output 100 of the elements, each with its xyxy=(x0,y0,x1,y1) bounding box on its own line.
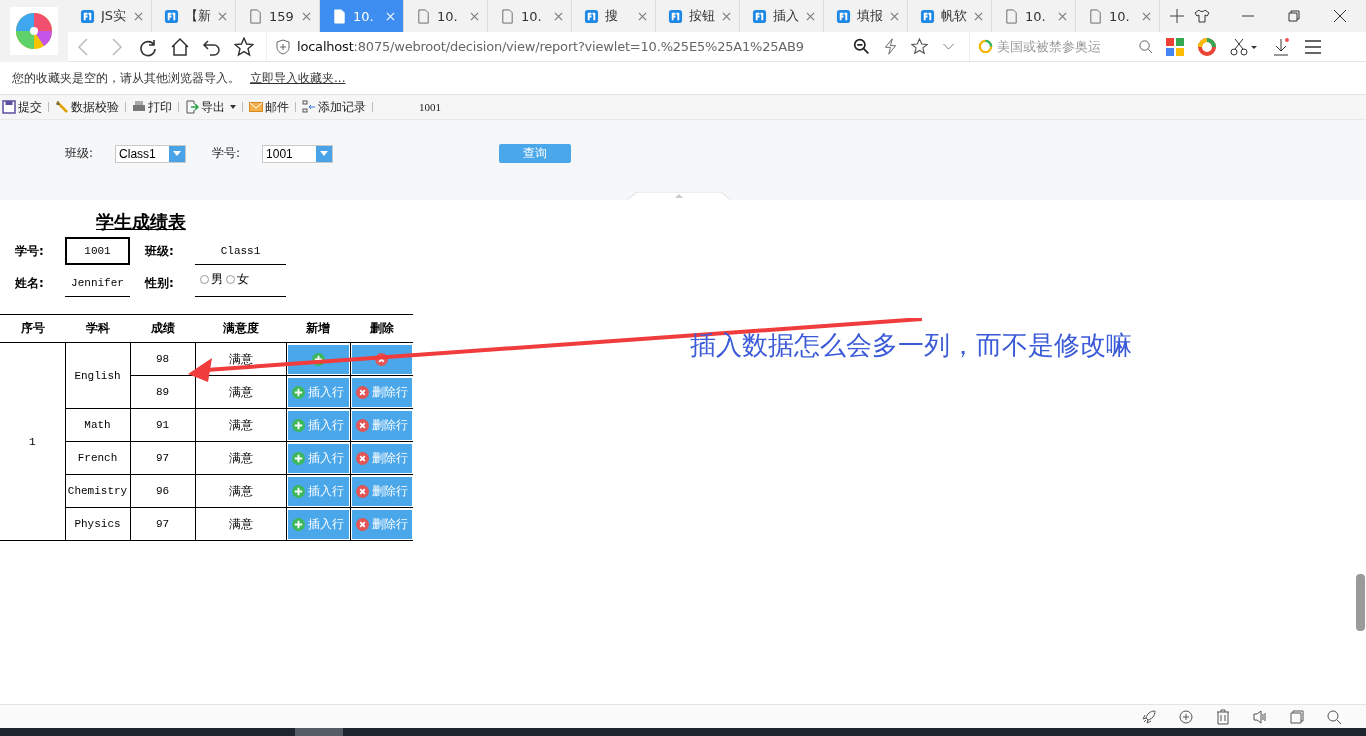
star-icon[interactable] xyxy=(911,38,928,56)
apps-icon[interactable] xyxy=(1165,36,1185,57)
plus-icon xyxy=(292,385,305,399)
app-logo-icon xyxy=(80,8,95,24)
column-header: 成绩 xyxy=(130,314,195,343)
trash-icon[interactable] xyxy=(1215,708,1231,725)
collapse-handle[interactable] xyxy=(627,192,731,200)
skin-icon[interactable] xyxy=(1194,8,1210,25)
name-label: 姓名: xyxy=(14,274,45,292)
cross-icon xyxy=(355,385,369,399)
caret-icon xyxy=(230,105,236,109)
ring-icon[interactable] xyxy=(1197,36,1217,57)
rocket-icon[interactable] xyxy=(1141,708,1157,725)
satisfaction-cell[interactable]: 满意 xyxy=(195,507,286,541)
name-value[interactable]: Jennifer xyxy=(65,269,130,297)
annotation-text: 插入数据怎么会多一列，而不是修改嘛 xyxy=(690,329,1132,362)
document-icon xyxy=(416,8,431,24)
app-logo-icon xyxy=(752,8,767,24)
student-id-label: 学号: xyxy=(14,242,45,260)
scissors-icon[interactable] xyxy=(1229,36,1259,57)
gender-label: 性别: xyxy=(143,274,175,292)
column-header: 满意度 xyxy=(195,314,286,343)
lightning-icon[interactable] xyxy=(882,38,899,56)
new-tab-icon[interactable] xyxy=(1170,9,1184,24)
cross-icon xyxy=(355,451,369,465)
param-combo[interactable]: 1001 xyxy=(262,144,334,163)
subject-cell: Chemistry xyxy=(65,474,130,508)
home-icon[interactable] xyxy=(170,36,190,57)
toolbar-text: 1001 xyxy=(419,101,441,113)
score-cell[interactable]: 97 xyxy=(130,507,195,541)
cross-icon xyxy=(355,517,369,531)
column-header: 删除 xyxy=(350,314,413,343)
subject-cell: Math xyxy=(65,408,130,442)
plus-icon xyxy=(311,352,325,366)
toolbar-button[interactable]: 打印 xyxy=(130,98,174,116)
toolbar-button[interactable]: 导出 xyxy=(183,98,238,116)
bookmarks-message: 您的收藏夹是空的，请从其他浏览器导入。 xyxy=(12,69,240,87)
toolbar-button[interactable]: 邮件 xyxy=(247,98,291,116)
app-logo-icon xyxy=(164,8,179,24)
export-icon xyxy=(185,100,199,114)
search-icon[interactable] xyxy=(1326,708,1342,725)
score-cell[interactable]: 96 xyxy=(130,474,195,508)
plus-icon xyxy=(292,451,305,465)
document-icon xyxy=(248,8,263,24)
score-cell[interactable]: 91 xyxy=(130,408,195,442)
address-field[interactable]: localhost:8075/webroot/decision/view/report?viewlet=10.%25E5%25A1%25AB9 xyxy=(266,32,841,61)
envelope-icon xyxy=(249,100,263,114)
star-icon[interactable] xyxy=(234,36,254,57)
document-icon xyxy=(1088,8,1103,24)
speaker-icon[interactable] xyxy=(1252,708,1268,725)
column-header: 学科 xyxy=(65,314,130,343)
subject-cell: French xyxy=(65,441,130,475)
plus-icon xyxy=(292,517,305,531)
param-label: 班级: xyxy=(65,145,94,162)
app-logo-icon xyxy=(920,8,935,24)
report-title: 学生成绩表 xyxy=(96,210,186,234)
close-icon[interactable] xyxy=(1332,8,1348,25)
scrollbar-thumb[interactable] xyxy=(1356,574,1365,631)
search-engine-icon xyxy=(978,39,993,55)
pencil-icon xyxy=(55,100,69,114)
search-icon[interactable] xyxy=(1138,39,1153,55)
param-combo[interactable]: Class1 xyxy=(115,144,187,163)
document-icon xyxy=(332,8,347,24)
param-label: 学号: xyxy=(212,145,241,162)
browser-logo-icon[interactable] xyxy=(10,7,58,55)
cross-icon xyxy=(355,418,369,432)
printer-icon xyxy=(132,100,146,114)
satisfaction-cell[interactable]: 满意 xyxy=(195,474,286,508)
cross-icon xyxy=(355,484,369,498)
speed-icon[interactable] xyxy=(1178,708,1194,725)
document-icon xyxy=(1004,8,1019,24)
gender-radio[interactable]: 男 xyxy=(200,271,223,288)
plus-icon xyxy=(292,418,305,432)
cross-icon xyxy=(375,352,389,366)
download-icon[interactable] xyxy=(1271,36,1291,57)
satisfaction-cell[interactable]: 满意 xyxy=(195,441,286,475)
satisfaction-cell[interactable]: 满意 xyxy=(195,408,286,442)
app-logo-icon xyxy=(584,8,599,24)
index-cell: 1 xyxy=(0,342,65,541)
column-header: 序号 xyxy=(0,314,65,343)
column-header: 新增 xyxy=(286,314,350,343)
import-bookmarks-link[interactable]: 立即导入收藏夹... xyxy=(250,69,346,87)
class-label: 班级: xyxy=(143,242,175,260)
toolbar-button[interactable]: 数据校验 xyxy=(53,98,121,116)
window-icon[interactable] xyxy=(1289,708,1305,725)
subject-cell: Physics xyxy=(65,507,130,541)
student-id-value[interactable]: 1001 xyxy=(65,237,130,265)
restore-icon[interactable] xyxy=(1286,8,1302,25)
plus-icon xyxy=(292,484,305,498)
zoom-out-icon[interactable] xyxy=(853,38,870,56)
shield-icon[interactable] xyxy=(275,38,291,55)
score-cell[interactable]: 97 xyxy=(130,441,195,475)
class-value: Class1 xyxy=(195,237,286,265)
app-logo-icon xyxy=(836,8,851,24)
toolbar-button[interactable]: 提交 xyxy=(0,98,44,116)
gender-radio[interactable]: 女 xyxy=(226,271,249,288)
document-icon xyxy=(500,8,515,24)
toolbar-button[interactable]: 添加记录 xyxy=(300,98,368,116)
add-record-icon xyxy=(302,100,316,114)
subject-cell: English xyxy=(65,342,130,409)
